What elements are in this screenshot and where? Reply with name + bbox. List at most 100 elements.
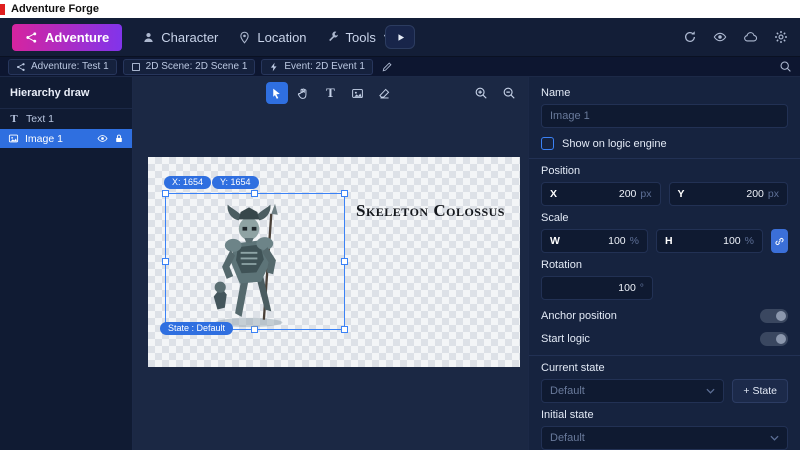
position-row: X 200 px Y 200 px	[541, 182, 788, 206]
frame-icon	[131, 62, 141, 72]
zoom-in-icon[interactable]	[471, 82, 491, 104]
pan-hand-tool[interactable]	[293, 82, 315, 104]
settings-gear-icon[interactable]	[774, 30, 788, 44]
cloud-icon[interactable]	[743, 30, 758, 44]
coordinate-y-badge: Y: 1654	[212, 176, 259, 189]
scale-label: Scale	[541, 212, 788, 224]
canvas-stage[interactable]: X: 1654 Y: 1654	[148, 157, 520, 367]
initial-state-select[interactable]: Default	[541, 426, 788, 450]
resize-handle-w[interactable]	[162, 258, 169, 265]
show-logic-checkbox[interactable]	[541, 137, 554, 150]
x-value: 200	[619, 188, 637, 200]
adventure-button[interactable]: Adventure	[12, 24, 122, 51]
current-state-label: Current state	[541, 362, 788, 374]
h-prefix: H	[665, 235, 673, 247]
rotation-label: Rotation	[541, 259, 788, 271]
menu-tools-label: Tools	[346, 30, 376, 45]
start-logic-toggle[interactable]	[760, 332, 788, 346]
position-x-input[interactable]: X 200 px	[541, 182, 661, 206]
hierarchy-item-text1[interactable]: T Text 1	[0, 109, 132, 128]
menu-location[interactable]: Location	[238, 30, 306, 45]
canvas-area[interactable]: T X: 1654 Y: 1654	[133, 77, 528, 450]
resize-handle-nw[interactable]	[162, 190, 169, 197]
chevron-down-icon	[770, 435, 779, 441]
link-scale-button[interactable]	[771, 229, 788, 253]
toolbar-right-group	[683, 30, 788, 44]
skeleton-image[interactable]	[200, 199, 298, 329]
person-icon	[142, 31, 155, 44]
state-badge: State : Default	[160, 322, 233, 335]
menu-character[interactable]: Character	[142, 30, 218, 45]
breadcrumb-label: 2D Scene: 2D Scene 1	[146, 61, 248, 72]
play-button[interactable]	[385, 25, 415, 49]
visibility-eye-icon[interactable]	[97, 133, 108, 144]
app-window: Adventure Forge Adventure Character Loca…	[0, 0, 800, 450]
breadcrumb-scene[interactable]: 2D Scene: 2D Scene 1	[123, 59, 256, 75]
add-state-button[interactable]: + State	[732, 379, 788, 403]
show-logic-row: Show on logic engine	[541, 137, 788, 150]
pin-icon	[238, 31, 251, 44]
inspector-panel: Name Show on logic engine Position X 200…	[528, 77, 800, 450]
anchor-position-row: Anchor position	[541, 309, 788, 323]
hierarchy-sidebar: Hierarchy draw T Text 1 Image 1	[0, 77, 133, 450]
nodes-icon	[25, 31, 38, 44]
menu-tools[interactable]: Tools ▾	[327, 30, 389, 45]
resize-handle-e[interactable]	[341, 258, 348, 265]
titlebar: Adventure Forge	[0, 0, 800, 18]
nodes-icon	[16, 62, 26, 72]
resize-handle-ne[interactable]	[341, 190, 348, 197]
current-state-row: Default + State	[541, 379, 788, 403]
preview-eye-icon[interactable]	[713, 30, 727, 44]
breadcrumb-label: Adventure: Test 1	[31, 61, 109, 72]
initial-state-label: Initial state	[541, 409, 788, 421]
search-icon[interactable]	[779, 60, 792, 73]
refresh-icon[interactable]	[683, 30, 697, 44]
position-label: Position	[541, 165, 788, 177]
edit-pencil-icon[interactable]	[381, 61, 393, 73]
position-y-input[interactable]: Y 200 px	[669, 182, 789, 206]
canvas-text-object[interactable]: Skeleton Colossus	[356, 201, 505, 221]
content: Hierarchy draw T Text 1 Image 1	[0, 77, 800, 450]
canvas-toolbar: T	[133, 82, 528, 104]
scale-w-input[interactable]: W 100 %	[541, 229, 648, 253]
start-logic-row: Start logic	[541, 332, 788, 346]
hierarchy-item-label: Text 1	[26, 113, 54, 125]
record-indicator	[0, 4, 5, 15]
image-tool[interactable]	[347, 82, 369, 104]
scale-h-input[interactable]: H 100 %	[656, 229, 763, 253]
hierarchy-item-label: Image 1	[25, 133, 63, 145]
rotation-input[interactable]: 100 °	[541, 276, 653, 300]
breadcrumb-bar: Adventure: Test 1 2D Scene: 2D Scene 1 E…	[0, 57, 800, 77]
anchor-position-label: Anchor position	[541, 310, 617, 322]
zoom-out-icon[interactable]	[499, 82, 519, 104]
w-value: 100	[608, 235, 626, 247]
name-input[interactable]	[541, 104, 788, 128]
lock-icon[interactable]	[114, 133, 124, 144]
main-toolbar: Adventure Character Location Tools ▾	[0, 18, 800, 57]
rotation-value: 100	[618, 282, 636, 294]
current-state-select[interactable]: Default	[541, 379, 724, 403]
select-cursor-tool[interactable]	[266, 82, 288, 104]
anchor-position-toggle[interactable]	[760, 309, 788, 323]
menu-character-label: Character	[161, 30, 218, 45]
rotation-unit: °	[640, 282, 644, 294]
breadcrumb-event[interactable]: Event: 2D Event 1	[261, 59, 373, 75]
eraser-tool[interactable]	[374, 82, 396, 104]
adventure-button-label: Adventure	[45, 30, 109, 45]
current-state-value: Default	[550, 385, 585, 397]
image-icon	[8, 133, 19, 144]
y-unit: px	[768, 188, 779, 200]
event-bolt-icon	[269, 62, 279, 72]
start-logic-label: Start logic	[541, 333, 590, 345]
hierarchy-item-image1[interactable]: Image 1	[0, 129, 132, 148]
text-tool[interactable]: T	[320, 82, 342, 104]
x-prefix: X	[550, 188, 557, 200]
show-logic-label: Show on logic engine	[562, 138, 667, 150]
initial-state-value: Default	[550, 432, 585, 444]
x-unit: px	[640, 188, 651, 200]
app-title: Adventure Forge	[11, 3, 99, 15]
breadcrumb-adventure[interactable]: Adventure: Test 1	[8, 59, 117, 75]
resize-handle-n[interactable]	[251, 190, 258, 197]
resize-handle-se[interactable]	[341, 326, 348, 333]
divider	[529, 355, 800, 356]
